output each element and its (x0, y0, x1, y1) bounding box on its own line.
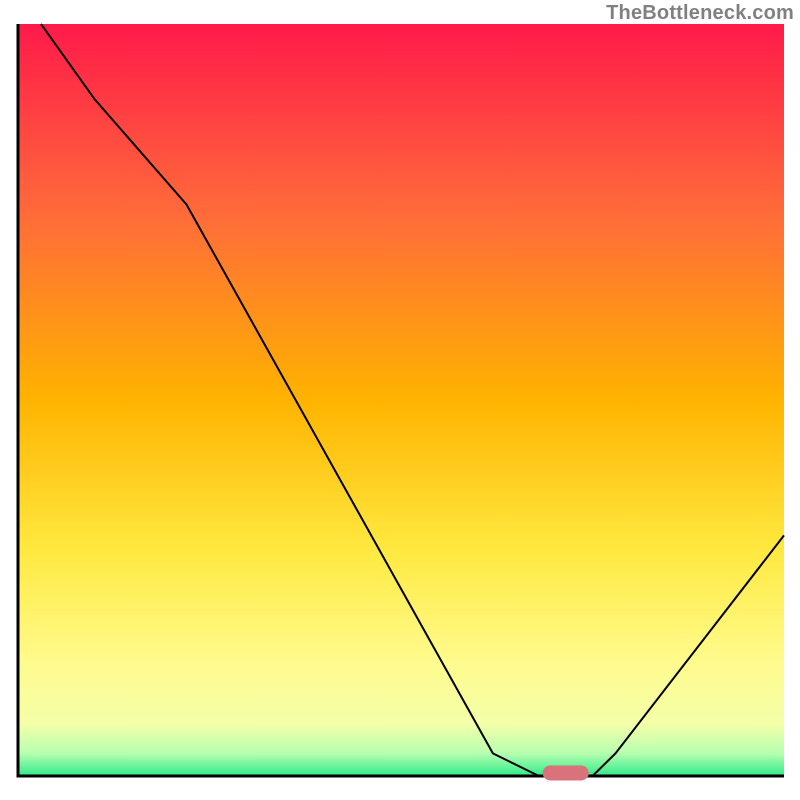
chart-svg (0, 0, 800, 800)
watermark-label: TheBottleneck.com (606, 2, 794, 25)
chart-container: TheBottleneck.com (0, 0, 800, 800)
optimal-marker (543, 766, 589, 781)
chart-background (18, 24, 784, 776)
